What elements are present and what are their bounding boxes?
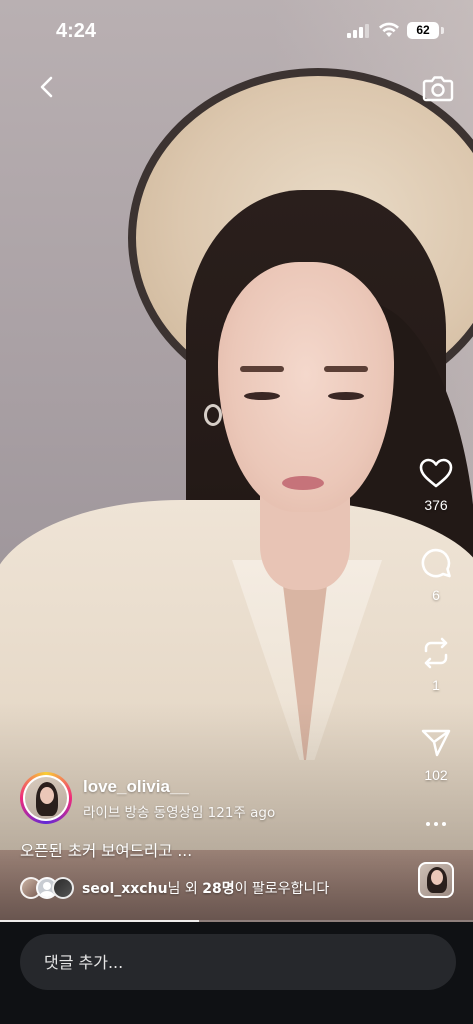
- more-dot-icon: [426, 822, 430, 826]
- more-dot-icon: [434, 822, 438, 826]
- left-eyebrow: [240, 366, 284, 372]
- followed-by-row[interactable]: seol_xxchu님 외 28명이 팔로우합니다: [20, 876, 329, 900]
- comment-input[interactable]: [20, 934, 456, 990]
- cellular-signal-icon: [347, 24, 369, 38]
- share-action[interactable]: 102: [408, 726, 464, 783]
- battery-indicator: 62: [407, 22, 439, 39]
- wifi-icon: [379, 22, 399, 37]
- repost-action[interactable]: 1: [408, 636, 464, 693]
- followed-by-text: seol_xxchu님 외 28명이 팔로우합니다: [82, 878, 329, 898]
- share-count: 102: [424, 767, 448, 783]
- repost-icon[interactable]: [421, 636, 451, 670]
- earring: [204, 404, 222, 426]
- comment-count: 6: [432, 587, 440, 603]
- send-icon[interactable]: [420, 728, 452, 758]
- status-bar: 4:24 62: [0, 0, 473, 62]
- repost-count: 1: [432, 677, 440, 693]
- avatar-image: [25, 777, 67, 819]
- comment-bar: [0, 922, 473, 1024]
- like-count: 376: [424, 497, 448, 513]
- heart-icon[interactable]: [419, 458, 453, 488]
- more-options-button[interactable]: [418, 814, 454, 834]
- comment-bubble-icon[interactable]: [420, 547, 452, 579]
- comment-action[interactable]: 6: [408, 546, 464, 603]
- face: [218, 262, 394, 512]
- avatar-border: [23, 775, 69, 821]
- chevron-left-icon: [40, 76, 53, 98]
- thumbnail-face: [431, 870, 443, 885]
- more-dot-icon: [442, 822, 446, 826]
- camera-button[interactable]: [420, 70, 456, 106]
- right-eyebrow: [324, 366, 368, 372]
- right-eye: [328, 392, 364, 400]
- follower-avatar: [52, 877, 74, 899]
- avatar-face: [40, 787, 54, 804]
- video-frame[interactable]: [0, 0, 473, 922]
- left-eye: [244, 392, 280, 400]
- lips: [282, 476, 324, 490]
- creator-avatar[interactable]: [20, 772, 72, 824]
- follower-count: 28명: [202, 881, 235, 897]
- post-caption[interactable]: 오픈된 초커 보여드리고 ...: [20, 839, 192, 861]
- status-time: 4:24: [56, 20, 97, 42]
- creator-username[interactable]: love_olivia__: [83, 777, 189, 797]
- back-button[interactable]: [30, 70, 64, 104]
- camera-icon: [422, 76, 454, 102]
- follower-name[interactable]: seol_xxchu: [82, 881, 168, 897]
- battery-tip: [441, 27, 444, 34]
- followed-by-suffix-1: 님 외: [167, 881, 203, 897]
- like-action[interactable]: 376: [408, 456, 464, 513]
- followed-by-suffix-2: 이 팔로우합니다: [234, 881, 330, 897]
- live-video-subtitle: 라이브 방송 동영상임 121주 ago: [83, 805, 276, 821]
- audio-thumbnail-button[interactable]: [418, 862, 454, 898]
